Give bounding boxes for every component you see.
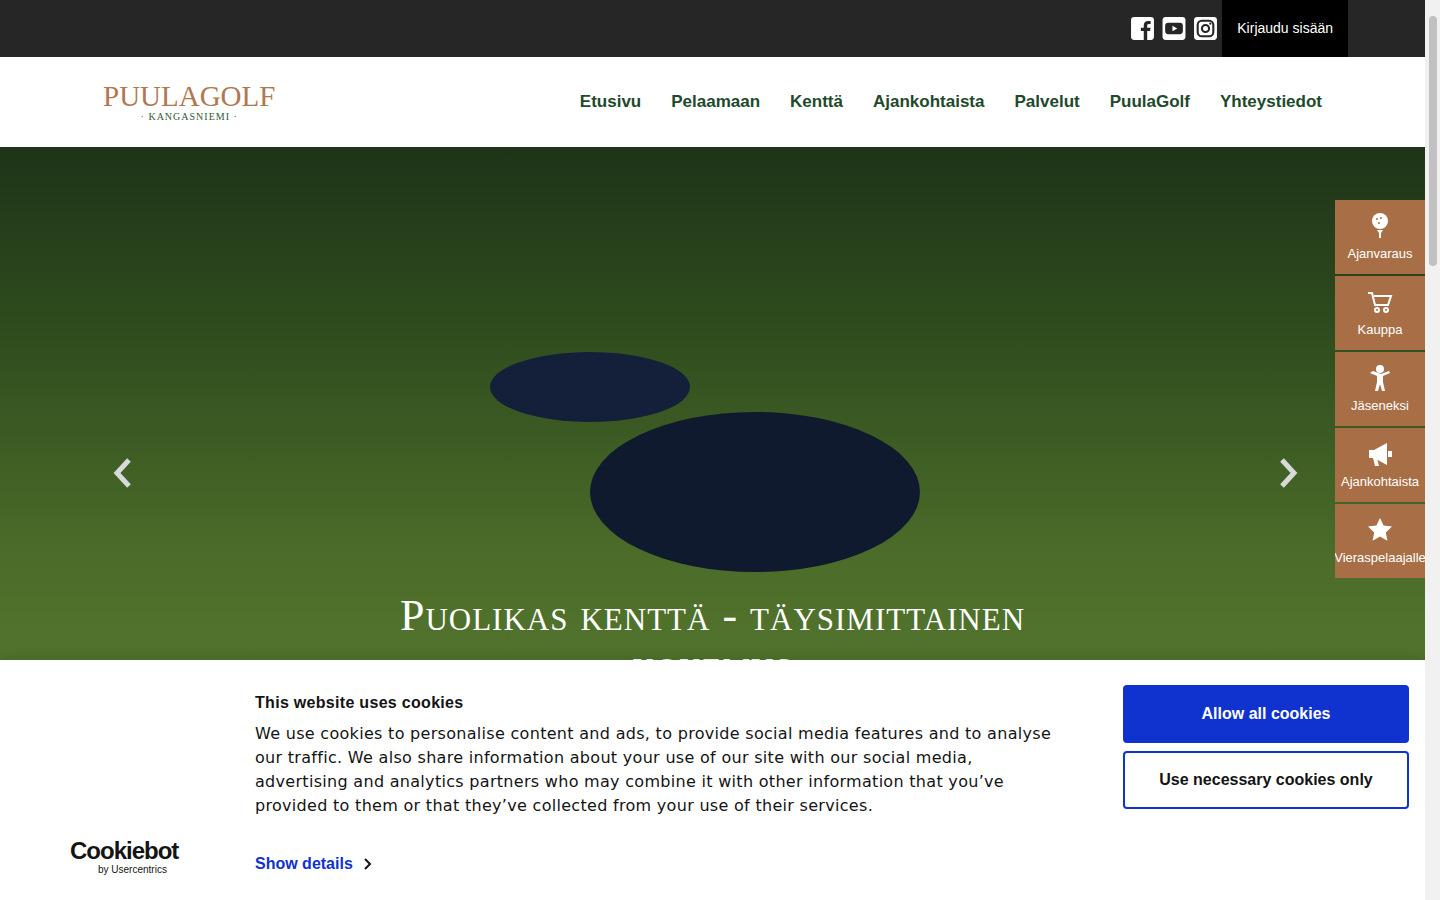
quick-link[interactable]: Jäseneksi <box>1335 352 1425 426</box>
cookie-title: This website uses cookies <box>255 692 1060 714</box>
quick-link[interactable]: Vieraspelaajalle <box>1335 504 1425 578</box>
quick-link[interactable]: Ajankohtaista <box>1335 428 1425 502</box>
main-nav: Etusivu Pelaamaan Kenttä Ajankohtaista Palve… <box>580 89 1322 115</box>
nav-item[interactable]: Ajankohtaista <box>873 89 984 115</box>
logo-name[interactable]: PUULAGOLF <box>103 81 275 111</box>
cookiebot-brand[interactable]: Cookiebot <box>70 838 178 864</box>
nav-item[interactable]: Palvelut <box>1014 89 1079 115</box>
quick-link-label[interactable]: Ajanvaraus <box>1347 246 1412 262</box>
youtube-icon[interactable] <box>1161 16 1187 41</box>
nav-item[interactable]: PuulaGolf <box>1110 89 1190 115</box>
nav-item[interactable]: Pelaamaan <box>671 89 760 115</box>
pond-shape <box>590 412 920 572</box>
nav-item[interactable]: Yhteystiedot <box>1220 89 1322 115</box>
megaphone-icon <box>1366 440 1394 468</box>
logo[interactable]: PUULAGOLF · KANGASNIEMI · <box>103 81 275 123</box>
pond-shape <box>490 352 690 422</box>
login-label[interactable]: Kirjaudu sisään <box>1237 18 1333 39</box>
chevron-right-icon[interactable] <box>363 857 373 871</box>
golf-tee-icon <box>1366 212 1394 240</box>
person-icon <box>1366 364 1394 392</box>
scrollbar[interactable] <box>1425 0 1440 900</box>
show-details-link[interactable]: Show details <box>255 852 1060 876</box>
main-header: PUULAGOLF · KANGASNIEMI · Etusivu Pelaama… <box>0 57 1425 147</box>
cookie-banner: Cookiebot by Usercentrics This website u… <box>0 660 1425 900</box>
quick-link-label[interactable]: Jäseneksi <box>1351 398 1409 414</box>
nav-item[interactable]: Etusivu <box>580 89 641 115</box>
instagram-icon[interactable] <box>1193 16 1218 41</box>
show-details-label[interactable]: Show details <box>255 852 353 876</box>
chevron-left-icon[interactable] <box>112 457 134 489</box>
quick-links: Ajanvaraus Kauppa Jäseneksi Ajankohtaista Vi… <box>1335 200 1425 578</box>
login-button[interactable]: Kirjaudu sisään <box>1222 0 1348 57</box>
cart-icon <box>1366 288 1394 316</box>
star-icon <box>1366 516 1394 544</box>
cookiebot-logo[interactable]: Cookiebot by Usercentrics <box>70 838 178 876</box>
quick-link-label[interactable]: Ajankohtaista <box>1341 474 1419 490</box>
scrollbar-thumb[interactable] <box>1429 16 1437 266</box>
cookie-body: We use cookies to personalise content an… <box>255 722 1060 818</box>
allow-all-button[interactable]: Allow all cookies <box>1123 685 1409 743</box>
top-bar: Kirjaudu sisään <box>0 0 1425 57</box>
quick-link[interactable]: Ajanvaraus <box>1335 200 1425 274</box>
quick-link-label[interactable]: Kauppa <box>1358 322 1403 338</box>
quick-link[interactable]: Kauppa <box>1335 276 1425 350</box>
cookiebot-sub[interactable]: by Usercentrics <box>70 864 178 876</box>
facebook-icon[interactable] <box>1130 16 1155 41</box>
quick-link-label[interactable]: Vieraspelaajalle <box>1335 550 1425 566</box>
logo-place[interactable]: · KANGASNIEMI · <box>141 111 238 123</box>
necessary-only-button[interactable]: Use necessary cookies only <box>1123 751 1409 809</box>
nav-item[interactable]: Kenttä <box>790 89 843 115</box>
chevron-right-icon[interactable] <box>1277 457 1299 489</box>
